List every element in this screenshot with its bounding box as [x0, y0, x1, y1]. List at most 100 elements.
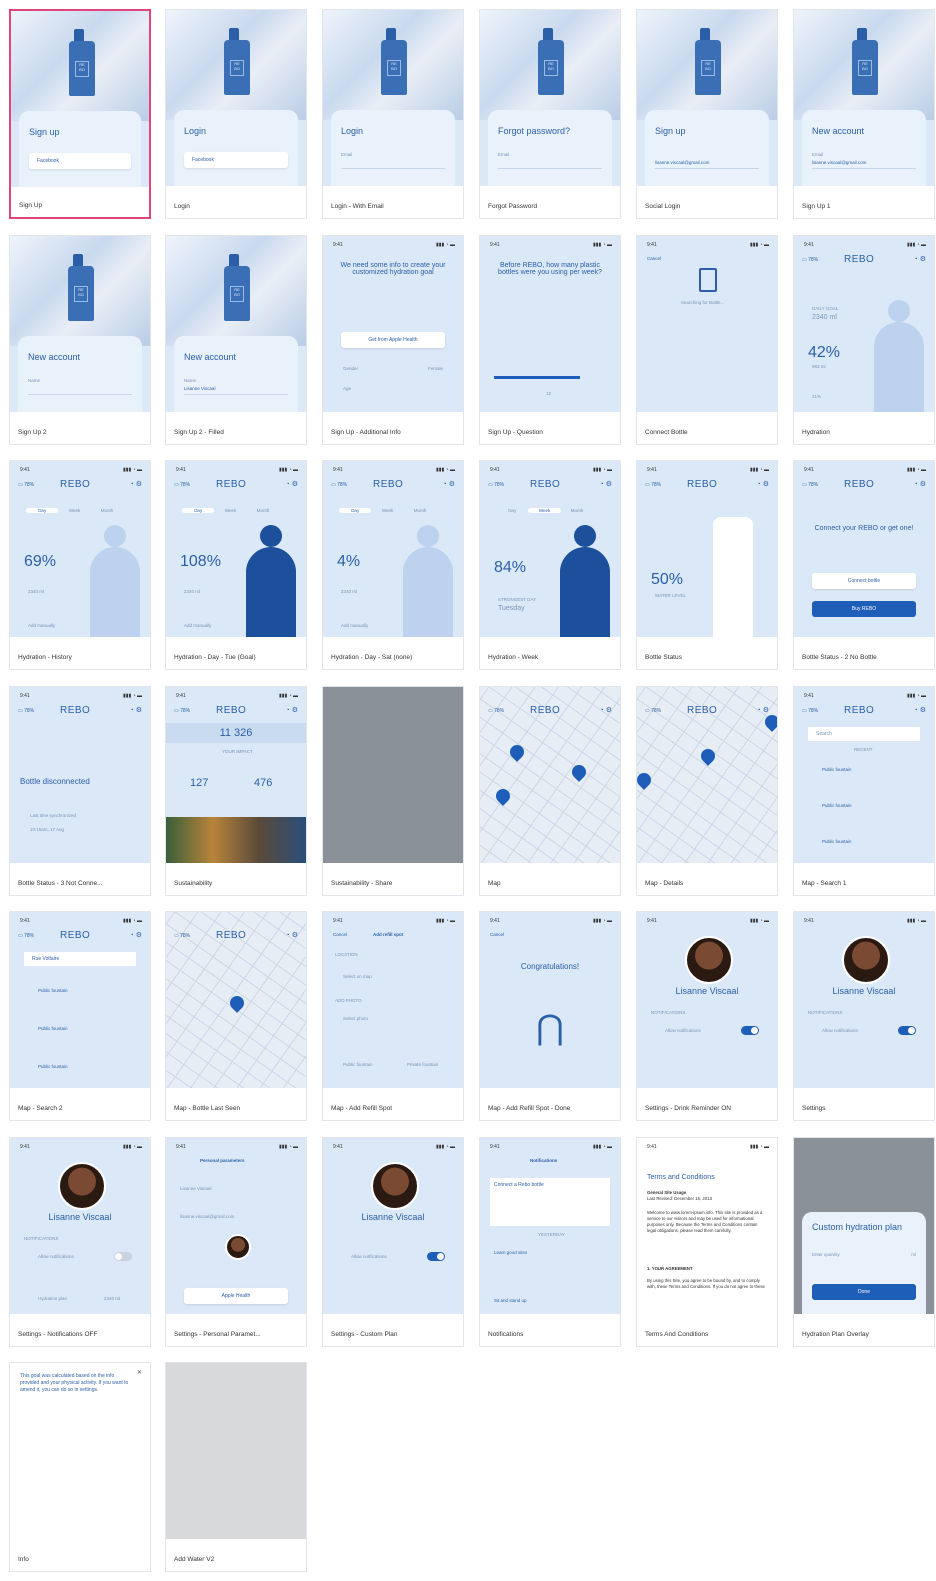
cancel-link[interactable]: Cancel [333, 932, 347, 937]
screen-card[interactable]: This goal was calculated based on the in… [9, 1362, 151, 1572]
select-photo[interactable]: Select photo [343, 1016, 368, 1021]
name-field[interactable]: Lisanne Viscaal [180, 1186, 211, 1191]
tab-day[interactable]: Day [182, 508, 215, 513]
screen-card[interactable]: 9:41 ▮▮▮ ◔ ▬ ▭ 78% REBO ◔ ⚙ DAILY GOAL 2340 ml… [793, 235, 935, 445]
hydration-plan[interactable]: Hydration plan [38, 1296, 67, 1301]
header-icons[interactable]: ◔ ⚙ [286, 480, 298, 488]
add-manually-link[interactable]: Add manually [28, 623, 55, 628]
notification-item[interactable]: Sit and stand up [494, 1298, 527, 1303]
screen-card[interactable]: Add Water V2 [165, 1362, 307, 1572]
screen-thumbnail[interactable]: 9:41 ▮▮▮ ◔ ▬ Lisanne Viscaal Allow notifica… [323, 1138, 463, 1314]
screen-card[interactable]: 9:41▮▮▮ ◔ ▬RE BOLoginFacebookLogin [165, 9, 307, 219]
screen-card[interactable]: 9:41 ▮▮▮ ◔ ▬ ▭ 78% REBO ◔ ⚙ Rue Voltaire Publi… [9, 911, 151, 1121]
notifications-toggle[interactable] [741, 1026, 759, 1035]
screen-thumbnail[interactable]: 9:41 ▮▮▮ ◔ ▬ Notifications Connect a Rebo b… [480, 1138, 620, 1314]
select-on-map[interactable]: Select on map [343, 974, 372, 979]
header-icons[interactable]: ◔ ⚙ [914, 255, 926, 263]
connect-bottle-button[interactable]: Connect bottle [812, 573, 916, 589]
screen-card[interactable]: 9:41 ▮▮▮ ◔ ▬ Cancel Congratulations! ⋂ Map - … [479, 911, 621, 1121]
cancel-link[interactable]: Cancel [490, 932, 504, 937]
screen-card[interactable]: 9:41 ▮▮▮ ◔ ▬ Cancel Add refill spot LOCATION… [322, 911, 464, 1121]
screen-thumbnail[interactable]: 9:41▮▮▮ ◔ ▬RE BONew accountName [10, 236, 150, 412]
field-underline[interactable] [498, 168, 602, 169]
field-underline[interactable] [184, 394, 288, 395]
header-icons[interactable]: ◔ ⚙ [600, 480, 612, 488]
tab-month[interactable]: Month [247, 508, 279, 513]
add-manually-link[interactable]: Add manually [341, 623, 368, 628]
header-icons[interactable]: ◔ ⚙ [757, 480, 769, 488]
screen-card[interactable]: 9:41▮▮▮ ◔ ▬RE BONew accountEmaillisanne.… [793, 9, 935, 219]
screen-card[interactable]: Sustainability - Share [322, 686, 464, 896]
field-underline[interactable] [341, 168, 445, 169]
header-icons[interactable]: ◔ ⚙ [130, 931, 142, 939]
notification-item[interactable]: Learn good sites [494, 1250, 527, 1255]
screen-thumbnail[interactable]: 9:41 ▮▮▮ ◔ ▬ ▭ 78% REBO ◔ ⚙ Connect your REBO… [794, 461, 934, 637]
slider-track[interactable] [494, 376, 580, 379]
screen-thumbnail[interactable]: 9:41 ▮▮▮ ◔ ▬ ▭ 78% REBO ◔ ⚙ DAILY GOAL 2340 ml… [794, 236, 934, 412]
header-icons[interactable]: ◔ ⚙ [914, 480, 926, 488]
tab-day[interactable]: Day [496, 508, 528, 513]
screen-thumbnail[interactable]: 9:41 ▮▮▮ ◔ ▬ Lisanne Viscaal NOTIFICATIONS A… [10, 1138, 150, 1314]
header-icons[interactable]: ◔ ⚙ [286, 931, 298, 939]
close-icon[interactable]: ✕ [137, 1369, 142, 1376]
tab-day[interactable]: Day [339, 508, 372, 513]
header-icons[interactable]: ◔ ⚙ [130, 480, 142, 488]
tab-week[interactable]: Week [371, 508, 403, 513]
search-result[interactable]: Public fountain [822, 767, 852, 772]
screen-card[interactable]: 9:41▮▮▮ ◔ ▬▭ 78%REBO◔ ⚙Map - Details [636, 686, 778, 896]
screen-card[interactable]: 9:41▮▮▮ ◔ ▬RE BOLoginEmailLogin - With E… [322, 9, 464, 219]
screen-thumbnail[interactable]: 9:41 ▮▮▮ ◔ ▬ ▭ 78% REBO ◔ ⚙ Day Week Month 108% 2… [166, 461, 306, 637]
header-icons[interactable]: ◔ ⚙ [914, 706, 926, 714]
screen-thumbnail[interactable]: 9:41 ▮▮▮ ◔ ▬ ▭ 78% REBO ◔ ⚙ 11 326 YOUR IMPACT… [166, 687, 306, 863]
screen-thumbnail[interactable]: 9:41▮▮▮ ◔ ▬RE BOSign upFacebook [11, 11, 149, 187]
screen-card[interactable]: 9:41▮▮▮ ◔ ▬RE BOForgot password?EmailFor… [479, 9, 621, 219]
screen-card[interactable]: 9:41▮▮▮ ◔ ▬RE BOSign uplisanne.viscaal@g… [636, 9, 778, 219]
screen-thumbnail[interactable] [166, 1363, 306, 1539]
screen-thumbnail[interactable] [323, 687, 463, 863]
field-underline[interactable] [28, 394, 132, 395]
screen-thumbnail[interactable]: 9:41 ▮▮▮ ◔ ▬ Cancel Add refill spot LOCATION… [323, 912, 463, 1088]
screen-thumbnail[interactable]: 9:41 ▮▮▮ ◔ ▬ Lisanne Viscaal NOTIFICATIONS A… [637, 912, 777, 1088]
screen-thumbnail[interactable]: 9:41▮▮▮ ◔ ▬▭ 78%REBO◔ ⚙ [166, 912, 306, 1088]
screen-card[interactable]: 9:41 ▮▮▮ ◔ ▬ ▭ 78% REBO ◔ ⚙ Day Week Month 69% 23… [9, 460, 151, 670]
buy-rebo-button[interactable]: Buy REBO [812, 601, 916, 617]
screen-thumbnail[interactable]: 9:41 ▮▮▮ ◔ ▬ Cancel Congratulations! ⋂ [480, 912, 620, 1088]
notifications-toggle[interactable] [427, 1252, 445, 1261]
screen-card[interactable]: 9:41 ▮▮▮ ◔ ▬ Lisanne Viscaal NOTIFICATIONS A… [9, 1137, 151, 1347]
screen-thumbnail[interactable]: 9:41 ▮▮▮ ◔ ▬ Cancel Searching for Bottle... [637, 236, 777, 412]
screen-thumbnail[interactable]: 9:41 ▮▮▮ ◔ ▬ Lisanne Viscaal NOTIFICATIONS A… [794, 912, 934, 1088]
screen-card[interactable]: 9:41 ▮▮▮ ◔ ▬ Lisanne Viscaal Allow notifica… [322, 1137, 464, 1347]
screen-card[interactable]: 9:41▮▮▮ ◔ ▬▭ 78%REBO◔ ⚙Map [479, 686, 621, 896]
screen-thumbnail[interactable]: 9:41▮▮▮ ◔ ▬RE BOLoginEmail [323, 10, 463, 186]
avatar[interactable] [371, 1162, 419, 1210]
screen-card[interactable]: 9:41 ▮▮▮ ◔ ▬ Cancel Searching for Bottle...… [636, 235, 778, 445]
screen-card[interactable]: 9:41 ▮▮▮ ◔ ▬ Personal parameters Lisanne Vi… [165, 1137, 307, 1347]
screen-card[interactable]: 9:41 ▮▮▮ ◔ ▬ Before REBO, how many plastic… [479, 235, 621, 445]
screen-card[interactable]: 9:41 ▮▮▮ ◔ ▬ We need some info to create y… [322, 235, 464, 445]
screen-card[interactable]: Custom hydration plan Enter quantity ml Don… [793, 1137, 935, 1347]
add-manually-link[interactable]: Add manually [184, 623, 211, 628]
search-result[interactable]: Public fountain [38, 1064, 68, 1069]
screen-thumbnail[interactable]: 9:41 ▮▮▮ ◔ ▬ ▭ 78% REBO ◔ ⚙ Day Week Month 4% 234… [323, 461, 463, 637]
avatar[interactable] [685, 936, 733, 984]
screen-thumbnail[interactable]: 9:41▮▮▮ ◔ ▬RE BOForgot password?Email [480, 10, 620, 186]
tab-day[interactable]: Day [26, 508, 59, 513]
field-underline[interactable] [655, 168, 759, 169]
private-fountain-option[interactable]: Private fountain [407, 1062, 438, 1067]
screen-card[interactable]: 9:41 ▮▮▮ ◔ ▬ Lisanne Viscaal NOTIFICATIONS A… [636, 911, 778, 1121]
screen-thumbnail[interactable]: 9:41 ▮▮▮ ◔ ▬ Personal parameters Lisanne Vi… [166, 1138, 306, 1314]
screen-thumbnail[interactable]: 9:41▮▮▮ ◔ ▬RE BOSign uplisanne.viscaal@g… [637, 10, 777, 186]
search-result[interactable]: Public fountain [822, 839, 852, 844]
screen-card[interactable]: 9:41 ▮▮▮ ◔ ▬ ▭ 78% REBO ◔ ⚙ Day Week Month 4% 234… [322, 460, 464, 670]
screen-thumbnail[interactable]: 9:41 ▮▮▮ ◔ ▬ Before REBO, how many plastic… [480, 236, 620, 412]
header-icons[interactable]: ◔ ⚙ [757, 706, 769, 714]
screen-card[interactable]: 9:41▮▮▮ ◔ ▬RE BONew accountNameLisanne V… [165, 235, 307, 445]
avatar[interactable] [842, 936, 890, 984]
screen-card[interactable]: 9:41▮▮▮ ◔ ▬RE BONew accountNameSign Up 2 [9, 235, 151, 445]
search-input[interactable]: Rue Voltaire [24, 952, 136, 966]
tab-week[interactable]: Week [58, 508, 90, 513]
quantity-input[interactable]: Enter quantity [812, 1252, 840, 1257]
tab-week[interactable]: Week [214, 508, 246, 513]
screen-thumbnail[interactable]: 9:41 ▮▮▮ ◔ ▬ ▭ 78% REBO ◔ ⚙ Day Week Month 69% 23… [10, 461, 150, 637]
public-fountain-option[interactable]: Public fountain [343, 1062, 373, 1067]
